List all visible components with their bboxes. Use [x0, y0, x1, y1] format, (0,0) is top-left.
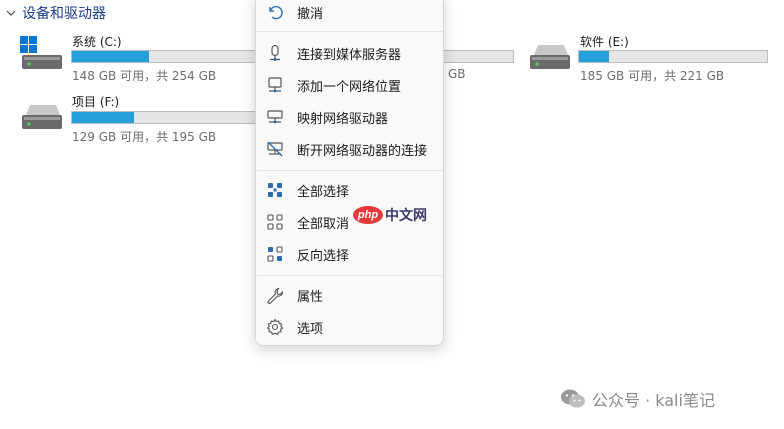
menu-item-properties[interactable]: 属性: [260, 280, 439, 310]
drive-name: 项目 (F:): [72, 95, 120, 109]
menu-item-label: 映射网络驱动器: [297, 111, 389, 127]
drive-usage-fill: [72, 112, 135, 123]
drive-usage-bar: [71, 50, 256, 63]
menu-item-undo[interactable]: 撤消: [260, 0, 439, 27]
drive-icon: [22, 105, 62, 129]
drive-usage-bar: [578, 50, 768, 63]
menu-item-map-network-drive[interactable]: 映射网络驱动器: [260, 102, 439, 132]
wrench-icon: [266, 286, 284, 304]
menu-item-label: 连接到媒体服务器: [297, 47, 402, 63]
network-location-icon: [266, 76, 284, 94]
menu-item-label: 反向选择: [297, 248, 350, 264]
drive-icon: [530, 45, 570, 69]
select-all-icon: [266, 181, 284, 199]
menu-item-label: 全部取消: [297, 216, 350, 232]
drive-usage-fill: [441, 51, 485, 62]
section-title: 设备和驱动器: [22, 6, 106, 22]
menu-separator: [257, 31, 443, 32]
drive-e[interactable]: 软件 (E:) 185 GB 可用，共 221 GB: [528, 33, 768, 83]
context-menu: 撤消 连接到媒体服务器 添加一个网络位置 映射网络驱动器 断开网络驱动器的连接 …: [255, 0, 444, 346]
chevron-down-icon: [6, 10, 16, 16]
wechat-watermark: 公众号 · kali笔记: [560, 387, 715, 411]
php-site-text: 中文网: [385, 208, 427, 224]
undo-icon: [266, 3, 284, 21]
drive-usage-bar: [71, 111, 256, 124]
menu-item-options[interactable]: 选项: [260, 312, 439, 342]
menu-item-add-network-location[interactable]: 添加一个网络位置: [260, 70, 439, 100]
drive-f[interactable]: 项目 (F:) 129 GB 可用，共 195 GB: [20, 93, 256, 144]
drive-sizes: 129 GB 可用，共 195 GB: [72, 130, 217, 144]
drive-c[interactable]: 系统 (C:) 148 GB 可用，共 254 GB: [20, 33, 256, 83]
menu-item-label: 撤消: [297, 6, 324, 22]
menu-item-label: 全部选择: [297, 184, 350, 200]
select-none-icon: [266, 213, 284, 231]
drive-sizes: 148 GB 可用，共 254 GB: [72, 69, 217, 83]
file-explorer-view: 设备和驱动器 系统 (C:) 148 GB 可用，共 254 GB GB 软件 …: [0, 0, 784, 429]
drive-name: 系统 (C:): [72, 35, 122, 49]
menu-item-invert-selection[interactable]: 反向选择: [260, 239, 439, 269]
drive-sizes: 185 GB 可用，共 221 GB: [580, 69, 725, 83]
php-watermark: php 中文网: [353, 204, 427, 226]
media-server-icon: [266, 44, 284, 62]
devices-drives-group-header[interactable]: 设备和驱动器: [4, 3, 106, 23]
drive-usage-fill: [72, 51, 149, 62]
windows-drive-icon: [20, 36, 62, 69]
drive-sizes: GB: [448, 67, 466, 81]
menu-item-disconnect-network-drive[interactable]: 断开网络驱动器的连接: [260, 134, 439, 164]
menu-item-connect-media-server[interactable]: 连接到媒体服务器: [260, 38, 439, 68]
invert-selection-icon: [266, 245, 284, 263]
map-network-drive-icon: [266, 108, 284, 126]
menu-separator: [257, 170, 443, 171]
drive-name: 软件 (E:): [580, 35, 629, 49]
menu-item-label: 属性: [297, 289, 324, 305]
drive-d[interactable]: GB: [440, 33, 516, 81]
php-badge: php: [353, 206, 383, 224]
menu-item-label: 断开网络驱动器的连接: [297, 143, 428, 159]
wechat-account-text: 公众号 · kali笔记: [592, 391, 715, 410]
gear-icon: [266, 318, 284, 336]
wechat-icon: [561, 389, 585, 408]
disconnect-network-drive-icon: [266, 140, 284, 158]
menu-separator: [257, 275, 443, 276]
drive-usage-bar: [440, 50, 514, 63]
menu-item-select-all[interactable]: 全部选择: [260, 175, 439, 205]
drive-usage-fill: [579, 51, 610, 62]
menu-item-label: 选项: [297, 321, 324, 337]
menu-item-label: 添加一个网络位置: [297, 79, 402, 95]
